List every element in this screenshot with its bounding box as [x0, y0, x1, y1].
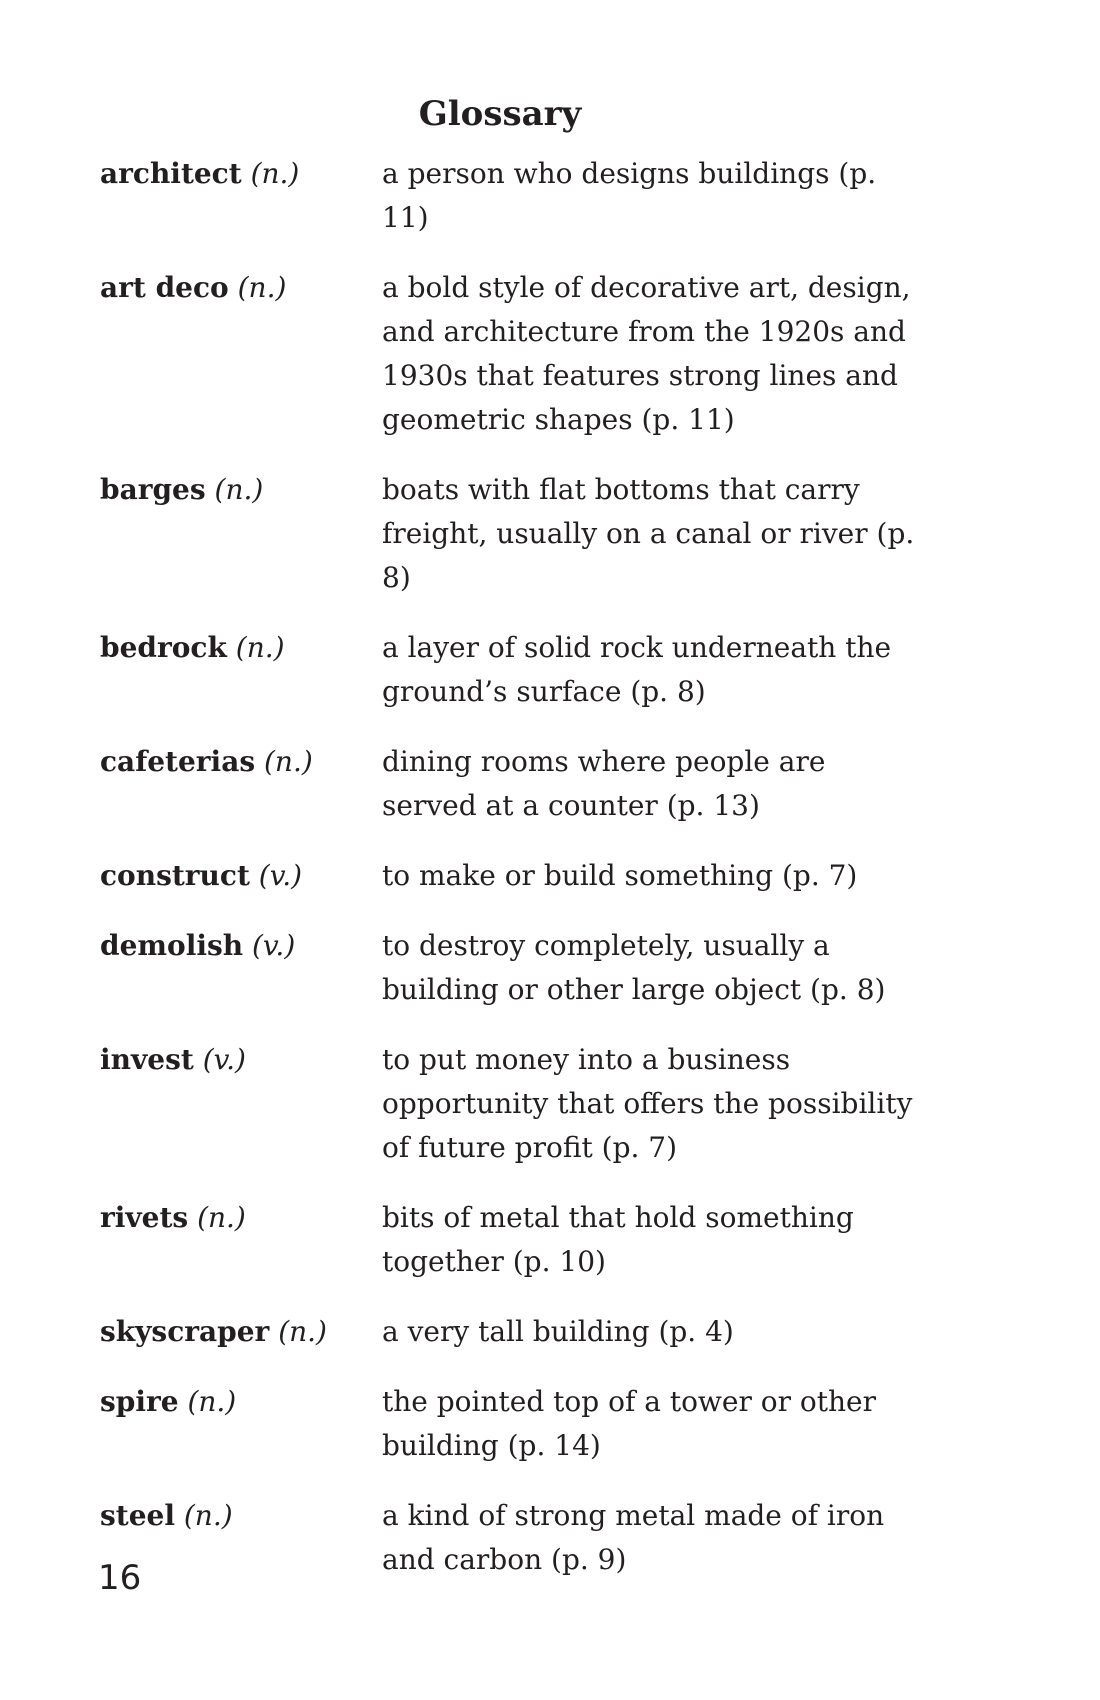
glossary-definition: to make or build something (p. 7) [382, 859, 858, 892]
term-cell: bedrock (n.) [100, 626, 382, 714]
glossary-entry: architect (n.) a person who designs buil… [100, 152, 920, 240]
glossary-entry: barges (n.) boats with flat bottoms that… [100, 468, 920, 600]
term-cell: invest (v.) [100, 1038, 382, 1170]
glossary-definition: a bold style of decorative art, design, … [382, 271, 911, 436]
glossary-definition: to put money into a business opportunity… [382, 1043, 913, 1164]
glossary-definition: a person who designs buildings (p. 11) [382, 157, 877, 234]
term-cell: construct (v.) [100, 854, 382, 898]
part-of-speech: (n.) [214, 473, 264, 506]
term-cell: art deco (n.) [100, 266, 382, 442]
glossary-definition: dining rooms where people are served at … [382, 745, 826, 822]
glossary-term: bedrock [100, 631, 227, 664]
glossary-definition: a kind of strong metal made of iron and … [382, 1499, 885, 1576]
glossary-term: spire [100, 1385, 179, 1418]
glossary-entry: demolish (v.) to destroy completely, usu… [100, 924, 920, 1012]
glossary-definition: to destroy completely, usually a buildin… [382, 929, 886, 1006]
glossary-list: architect (n.) a person who designs buil… [100, 152, 920, 1608]
glossary-definition: a very tall building (p. 4) [382, 1315, 734, 1348]
term-cell: spire (n.) [100, 1380, 382, 1468]
part-of-speech: (n.) [237, 271, 287, 304]
glossary-term: barges [100, 473, 206, 506]
term-cell: barges (n.) [100, 468, 382, 600]
glossary-entry: invest (v.) to put money into a business… [100, 1038, 920, 1170]
part-of-speech: (n.) [278, 1315, 327, 1348]
term-cell: steel (n.) [100, 1494, 382, 1582]
glossary-term: skyscraper [100, 1315, 270, 1348]
term-cell: demolish (v.) [100, 924, 382, 1012]
part-of-speech: (n.) [183, 1499, 233, 1532]
part-of-speech: (n.) [250, 157, 300, 190]
glossary-term: architect [100, 157, 242, 190]
part-of-speech: (v.) [258, 859, 303, 892]
glossary-entry: construct (v.) to make or build somethin… [100, 854, 920, 898]
glossary-definition: boats with flat bottoms that carry freig… [382, 473, 915, 594]
part-of-speech: (n.) [187, 1385, 237, 1418]
page-number: 16 [98, 1558, 142, 1598]
glossary-term: steel [100, 1499, 175, 1532]
page-title: Glossary [418, 94, 582, 134]
part-of-speech: (n.) [235, 631, 285, 664]
glossary-term: invest [100, 1043, 194, 1076]
glossary-term: construct [100, 859, 250, 892]
part-of-speech: (n.) [264, 745, 313, 778]
glossary-entry: bedrock (n.) a layer of solid rock under… [100, 626, 920, 714]
glossary-definition: a layer of solid rock underneath the gro… [382, 631, 892, 708]
glossary-term: demolish [100, 929, 244, 962]
glossary-entry: skyscraper (n.) a very tall building (p.… [100, 1310, 920, 1354]
term-cell: rivets (n.) [100, 1196, 382, 1284]
glossary-entry: spire (n.) the pointed top of a tower or… [100, 1380, 920, 1468]
glossary-definition: the pointed top of a tower or other buil… [382, 1385, 876, 1462]
term-cell: cafeterias (n.) [100, 740, 382, 828]
glossary-term: cafeterias [100, 745, 256, 778]
glossary-definition: bits of metal that hold something togeth… [382, 1201, 854, 1278]
glossary-entry: rivets (n.) bits of metal that hold some… [100, 1196, 920, 1284]
part-of-speech: (v.) [252, 929, 296, 962]
term-cell: architect (n.) [100, 152, 382, 240]
glossary-entry: art deco (n.) a bold style of decorative… [100, 266, 920, 442]
part-of-speech: (v.) [202, 1043, 246, 1076]
term-cell: skyscraper (n.) [100, 1310, 382, 1354]
part-of-speech: (n.) [197, 1201, 246, 1234]
glossary-entry: steel (n.) a kind of strong metal made o… [100, 1494, 920, 1582]
glossary-entry: cafeterias (n.) dining rooms where peopl… [100, 740, 920, 828]
glossary-term: art deco [100, 271, 229, 304]
glossary-term: rivets [100, 1201, 189, 1234]
